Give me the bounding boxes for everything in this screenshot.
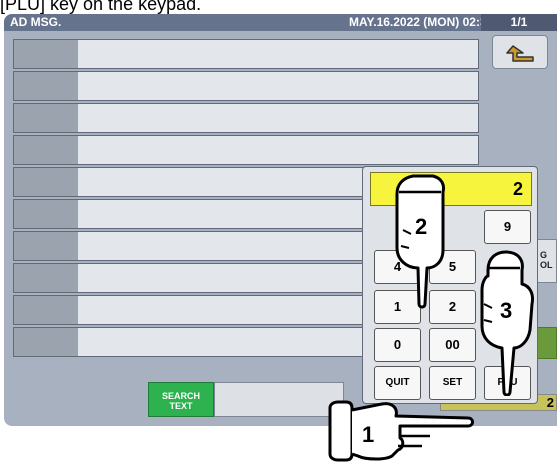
title-bar: AD MSG. MAY.16.2022 (MON) 02:31 1/1: [4, 14, 557, 31]
pointing-hand-icon: 3: [480, 250, 534, 396]
callout-1: 1: [362, 422, 374, 447]
list-row[interactable]: [13, 39, 479, 69]
side-button-label: G OL: [540, 250, 553, 270]
back-button[interactable]: [492, 35, 548, 69]
search-text-field[interactable]: [214, 382, 344, 417]
screen-title: AD MSG.: [10, 15, 62, 29]
page-indicator: 1/1: [481, 14, 557, 31]
pointing-hand-icon: 1: [328, 400, 474, 462]
set-key[interactable]: SET: [429, 366, 476, 400]
list-row[interactable]: [13, 103, 479, 133]
search-text-label: SEARCH TEXT: [161, 391, 200, 411]
side-green-button[interactable]: [537, 327, 557, 359]
list-row[interactable]: [13, 71, 479, 101]
callout-2: 2: [415, 214, 427, 239]
back-arrow-icon: [506, 45, 534, 62]
quit-key[interactable]: QUIT: [374, 366, 421, 400]
pointing-hand-icon: 2: [395, 174, 445, 309]
datetime: MAY.16.2022 (MON) 02:31: [349, 15, 494, 29]
callout-3: 3: [500, 298, 512, 323]
key-9[interactable]: 9: [484, 210, 531, 244]
key-0[interactable]: 0: [374, 328, 421, 362]
key-00[interactable]: 00: [429, 328, 476, 362]
search-text-button[interactable]: SEARCH TEXT: [148, 382, 214, 417]
side-button[interactable]: G OL: [537, 239, 557, 283]
list-row[interactable]: [13, 135, 479, 165]
